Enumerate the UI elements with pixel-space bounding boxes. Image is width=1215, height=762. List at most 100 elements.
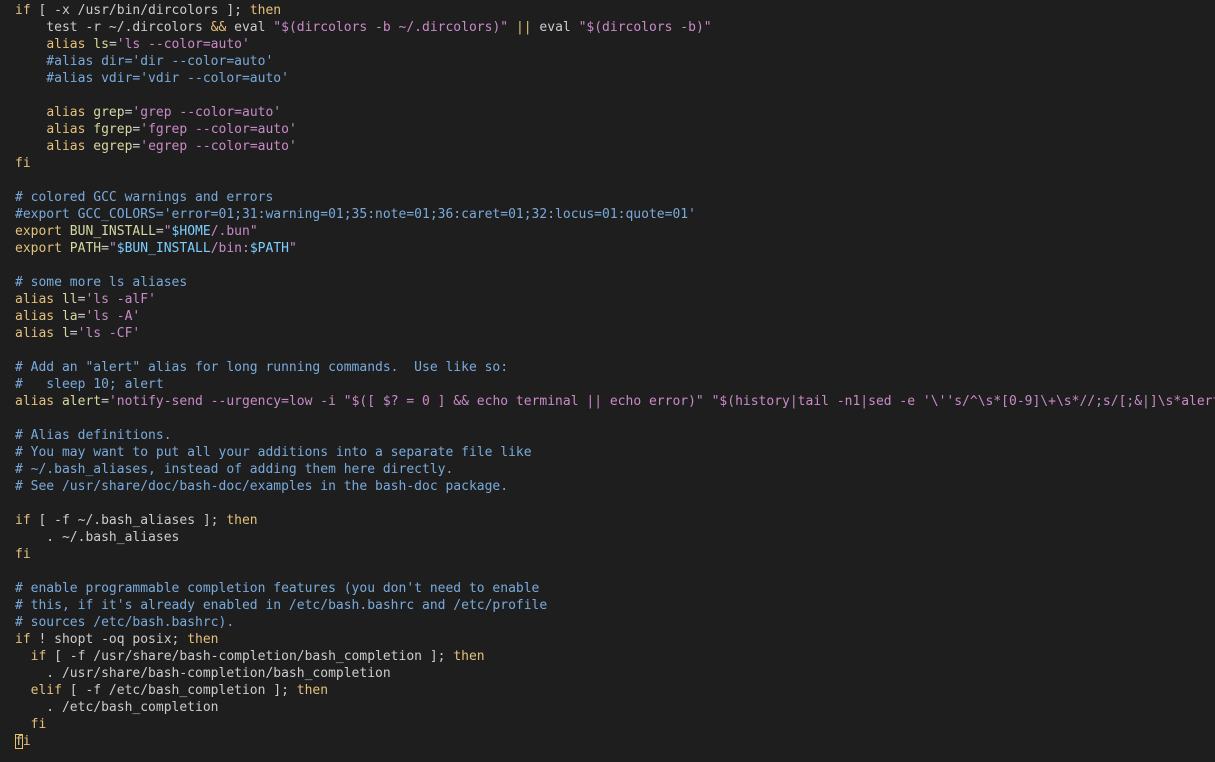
keyword-token: then — [226, 513, 258, 528]
code-line[interactable]: export BUN_INSTALL="$HOME/.bun" — [15, 223, 1215, 240]
identifier-token: l — [61, 326, 70, 341]
comment-token: #alias vdir='vdir --color=auto' — [15, 71, 289, 86]
keyword-token: i — [22, 734, 31, 749]
code-text: [ -f /usr/share/bash-completion/bash_com… — [46, 649, 454, 664]
string-token: 'ls --color=auto' — [116, 37, 250, 52]
comment-token: # sources /etc/bash.bashrc). — [15, 615, 235, 630]
comment-token: # enable programmable completion feature… — [15, 581, 540, 596]
code-line[interactable]: # this, if it's already enabled in /etc/… — [15, 597, 1215, 614]
code-line[interactable]: if [ -x /usr/bin/dircolors ]; then — [15, 2, 1215, 19]
keyword-token: if — [15, 632, 31, 647]
code-line[interactable]: . /etc/bash_completion — [15, 699, 1215, 716]
code-line[interactable]: if [ -f /usr/share/bash-completion/bash_… — [15, 648, 1215, 665]
code-text: = — [108, 37, 117, 52]
comment-token: # some more ls aliases — [15, 275, 188, 290]
code-line[interactable]: alias fgrep='fgrep --color=auto' — [15, 121, 1215, 138]
keyword-token: then — [249, 3, 282, 18]
string-token: 'notify-send --urgency=low -i "$([ $? = … — [108, 394, 1215, 409]
code-line[interactable]: #alias dir='dir --color=auto' — [15, 53, 1215, 70]
string-token: /.bun" — [210, 224, 258, 239]
code-line[interactable] — [15, 87, 1215, 104]
keyword-token: alias — [15, 326, 55, 341]
code-line[interactable]: elif [ -f /etc/bash_completion ]; then — [15, 682, 1215, 699]
code-line[interactable] — [15, 257, 1215, 274]
keyword-token: then — [296, 683, 329, 698]
code-line[interactable]: . /usr/share/bash-completion/bash_comple… — [15, 665, 1215, 682]
code-text: . ~/.bash_aliases — [15, 530, 180, 545]
text-cursor: f — [15, 734, 23, 749]
comment-token: #alias dir='dir --color=auto' — [15, 54, 274, 69]
string-token: " — [108, 241, 117, 256]
code-line[interactable]: alias la='ls -A' — [15, 308, 1215, 325]
code-line[interactable]: alias l='ls -CF' — [15, 325, 1215, 342]
code-line[interactable]: # See /usr/share/doc/bash-doc/examples i… — [15, 478, 1215, 495]
code-line[interactable]: export PATH="$BUN_INSTALL/bin:$PATH" — [15, 240, 1215, 257]
code-line[interactable]: fi — [15, 733, 1215, 750]
keyword-token: fi — [30, 717, 47, 732]
code-line[interactable]: # sleep 10; alert — [15, 376, 1215, 393]
identifier-token: BUN_INSTALL — [69, 224, 156, 239]
keyword-token: then — [187, 632, 219, 647]
code-line[interactable]: alias egrep='egrep --color=auto' — [15, 138, 1215, 155]
keyword-token: alias — [15, 394, 55, 409]
code-area[interactable]: if [ -x /usr/bin/dircolors ]; then test … — [15, 2, 1215, 750]
string-token: " — [288, 241, 297, 256]
string-token: 'ls -A' — [85, 309, 141, 324]
code-line[interactable]: alias ll='ls -alF' — [15, 291, 1215, 308]
code-line[interactable] — [15, 563, 1215, 580]
comment-token: # this, if it's already enabled in /etc/… — [15, 598, 548, 613]
keyword-token: export — [15, 224, 62, 239]
code-line[interactable]: alias alert='notify-send --urgency=low -… — [15, 393, 1215, 410]
comment-token: # sleep 10; alert — [15, 377, 164, 392]
code-line[interactable]: fi — [15, 546, 1215, 563]
code-line[interactable]: . ~/.bash_aliases — [15, 529, 1215, 546]
code-text: eval — [531, 20, 579, 35]
code-line[interactable]: test -r ~/.dircolors && eval "$(dircolor… — [15, 19, 1215, 36]
code-text: [ -f ~/.bash_aliases ]; — [30, 513, 227, 528]
code-line[interactable]: #alias vdir='vdir --color=auto' — [15, 70, 1215, 87]
keyword-token: alias — [15, 309, 55, 324]
code-line[interactable]: # colored GCC warnings and errors — [15, 189, 1215, 206]
code-line[interactable]: # sources /etc/bash.bashrc). — [15, 614, 1215, 631]
keyword-token: alias — [46, 122, 86, 137]
code-line[interactable]: if ! shopt -oq posix; then — [15, 631, 1215, 648]
code-line[interactable]: # Alias definitions. — [15, 427, 1215, 444]
identifier-token: egrep — [93, 139, 133, 154]
code-text: eval — [226, 20, 274, 35]
variable-token: $BUN_INSTALL — [116, 241, 211, 256]
code-line[interactable] — [15, 172, 1215, 189]
code-line[interactable]: # ~/.bash_aliases, instead of adding the… — [15, 461, 1215, 478]
keyword-token: alias — [46, 37, 86, 52]
variable-token: $PATH — [249, 241, 289, 256]
code-line[interactable]: # You may want to put all your additions… — [15, 444, 1215, 461]
code-line[interactable]: fi — [15, 155, 1215, 172]
code-line[interactable]: alias grep='grep --color=auto' — [15, 104, 1215, 121]
comment-token: # See /usr/share/doc/bash-doc/examples i… — [15, 479, 509, 494]
string-token: 'egrep --color=auto' — [140, 139, 297, 154]
code-line[interactable]: # some more ls aliases — [15, 274, 1215, 291]
code-line[interactable]: #export GCC_COLORS='error=01;31:warning=… — [15, 206, 1215, 223]
comment-token: # You may want to put all your additions… — [15, 445, 532, 460]
keyword-token: elif — [30, 683, 62, 698]
comment-token: # colored GCC warnings and errors — [15, 190, 274, 205]
keyword-token: if — [15, 513, 31, 528]
identifier-token: grep — [93, 105, 125, 120]
code-line[interactable] — [15, 342, 1215, 359]
identifier-token: alert — [61, 394, 102, 409]
string-token: "$(dircolors -b ~/.dircolors)" — [273, 20, 509, 35]
code-line[interactable]: fi — [15, 716, 1215, 733]
identifier-token: ll — [61, 292, 78, 307]
code-line[interactable]: # enable programmable completion feature… — [15, 580, 1215, 597]
code-line[interactable]: alias ls='ls --color=auto' — [15, 36, 1215, 53]
code-line[interactable]: # Add an "alert" alias for long running … — [15, 359, 1215, 376]
code-line[interactable]: if [ -f ~/.bash_aliases ]; then — [15, 512, 1215, 529]
text-editor[interactable]: if [ -x /usr/bin/dircolors ]; then test … — [0, 0, 1215, 762]
code-line[interactable] — [15, 495, 1215, 512]
code-line[interactable] — [15, 410, 1215, 427]
